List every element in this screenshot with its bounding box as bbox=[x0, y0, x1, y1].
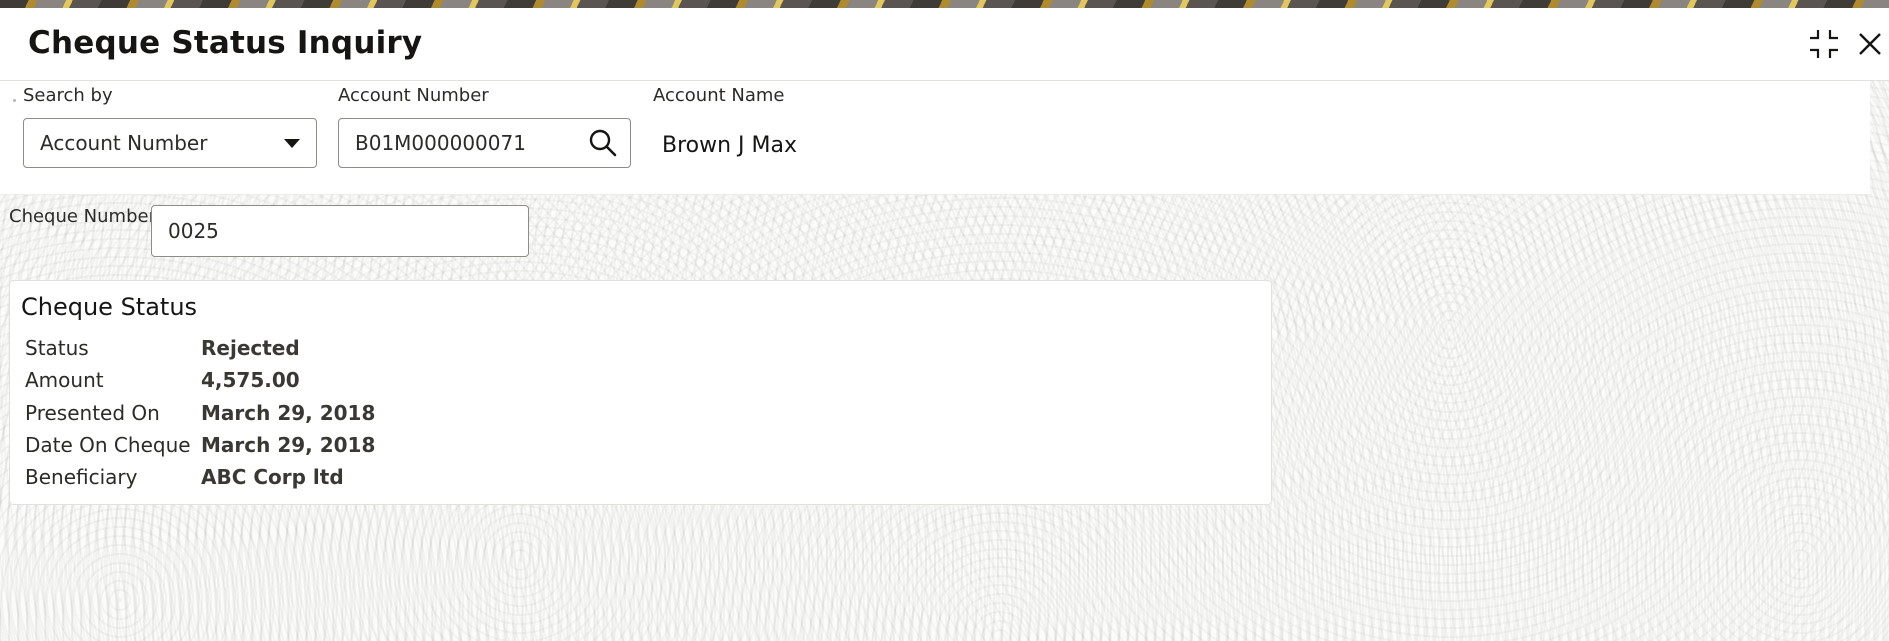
account-name-label: Account Name bbox=[653, 85, 785, 106]
beneficiary-value: ABC Corp ltd bbox=[201, 465, 344, 489]
top-decorative-strip bbox=[0, 0, 1889, 8]
account-name-value: Brown J Max bbox=[662, 133, 798, 158]
search-icon[interactable] bbox=[588, 128, 618, 158]
presented-on-row: Presented On March 29, 2018 bbox=[25, 401, 625, 429]
close-icon[interactable] bbox=[1853, 27, 1887, 61]
beneficiary-label: Beneficiary bbox=[25, 465, 138, 489]
presented-on-value: March 29, 2018 bbox=[201, 401, 376, 425]
presented-on-label: Presented On bbox=[25, 401, 160, 425]
status-label: Status bbox=[25, 336, 89, 360]
cheque-number-value: 0025 bbox=[168, 219, 219, 243]
page-title: Cheque Status Inquiry bbox=[28, 25, 423, 61]
account-number-value: B01M000000071 bbox=[355, 131, 526, 155]
status-value: Rejected bbox=[201, 336, 300, 360]
status-row: Status Rejected bbox=[25, 336, 625, 364]
decorative-dot bbox=[13, 99, 16, 102]
search-by-selected-value: Account Number bbox=[40, 131, 208, 155]
chevron-down-icon bbox=[284, 139, 300, 148]
amount-label: Amount bbox=[25, 368, 104, 392]
cheque-status-title: Cheque Status bbox=[21, 293, 198, 321]
cheque-number-input[interactable]: 0025 bbox=[151, 205, 529, 257]
date-on-cheque-label: Date On Cheque bbox=[25, 433, 191, 457]
page-header: Cheque Status Inquiry bbox=[0, 8, 1889, 81]
search-by-select[interactable]: Account Number bbox=[23, 118, 317, 168]
cheque-status-card: Cheque Status Status Rejected Amount 4,5… bbox=[9, 280, 1272, 505]
account-number-input[interactable]: B01M000000071 bbox=[338, 118, 631, 168]
amount-row: Amount 4,575.00 bbox=[25, 368, 625, 396]
date-on-cheque-row: Date On Cheque March 29, 2018 bbox=[25, 433, 625, 461]
cheque-number-label: Cheque Number bbox=[9, 206, 156, 227]
search-by-label: Search by bbox=[23, 85, 113, 106]
beneficiary-row: Beneficiary ABC Corp ltd bbox=[25, 465, 625, 493]
search-section: Search by Account Number Account Number … bbox=[0, 81, 1870, 195]
collapse-icon[interactable] bbox=[1807, 27, 1841, 61]
amount-value: 4,575.00 bbox=[201, 368, 300, 392]
account-number-label: Account Number bbox=[338, 85, 489, 106]
date-on-cheque-value: March 29, 2018 bbox=[201, 433, 376, 457]
